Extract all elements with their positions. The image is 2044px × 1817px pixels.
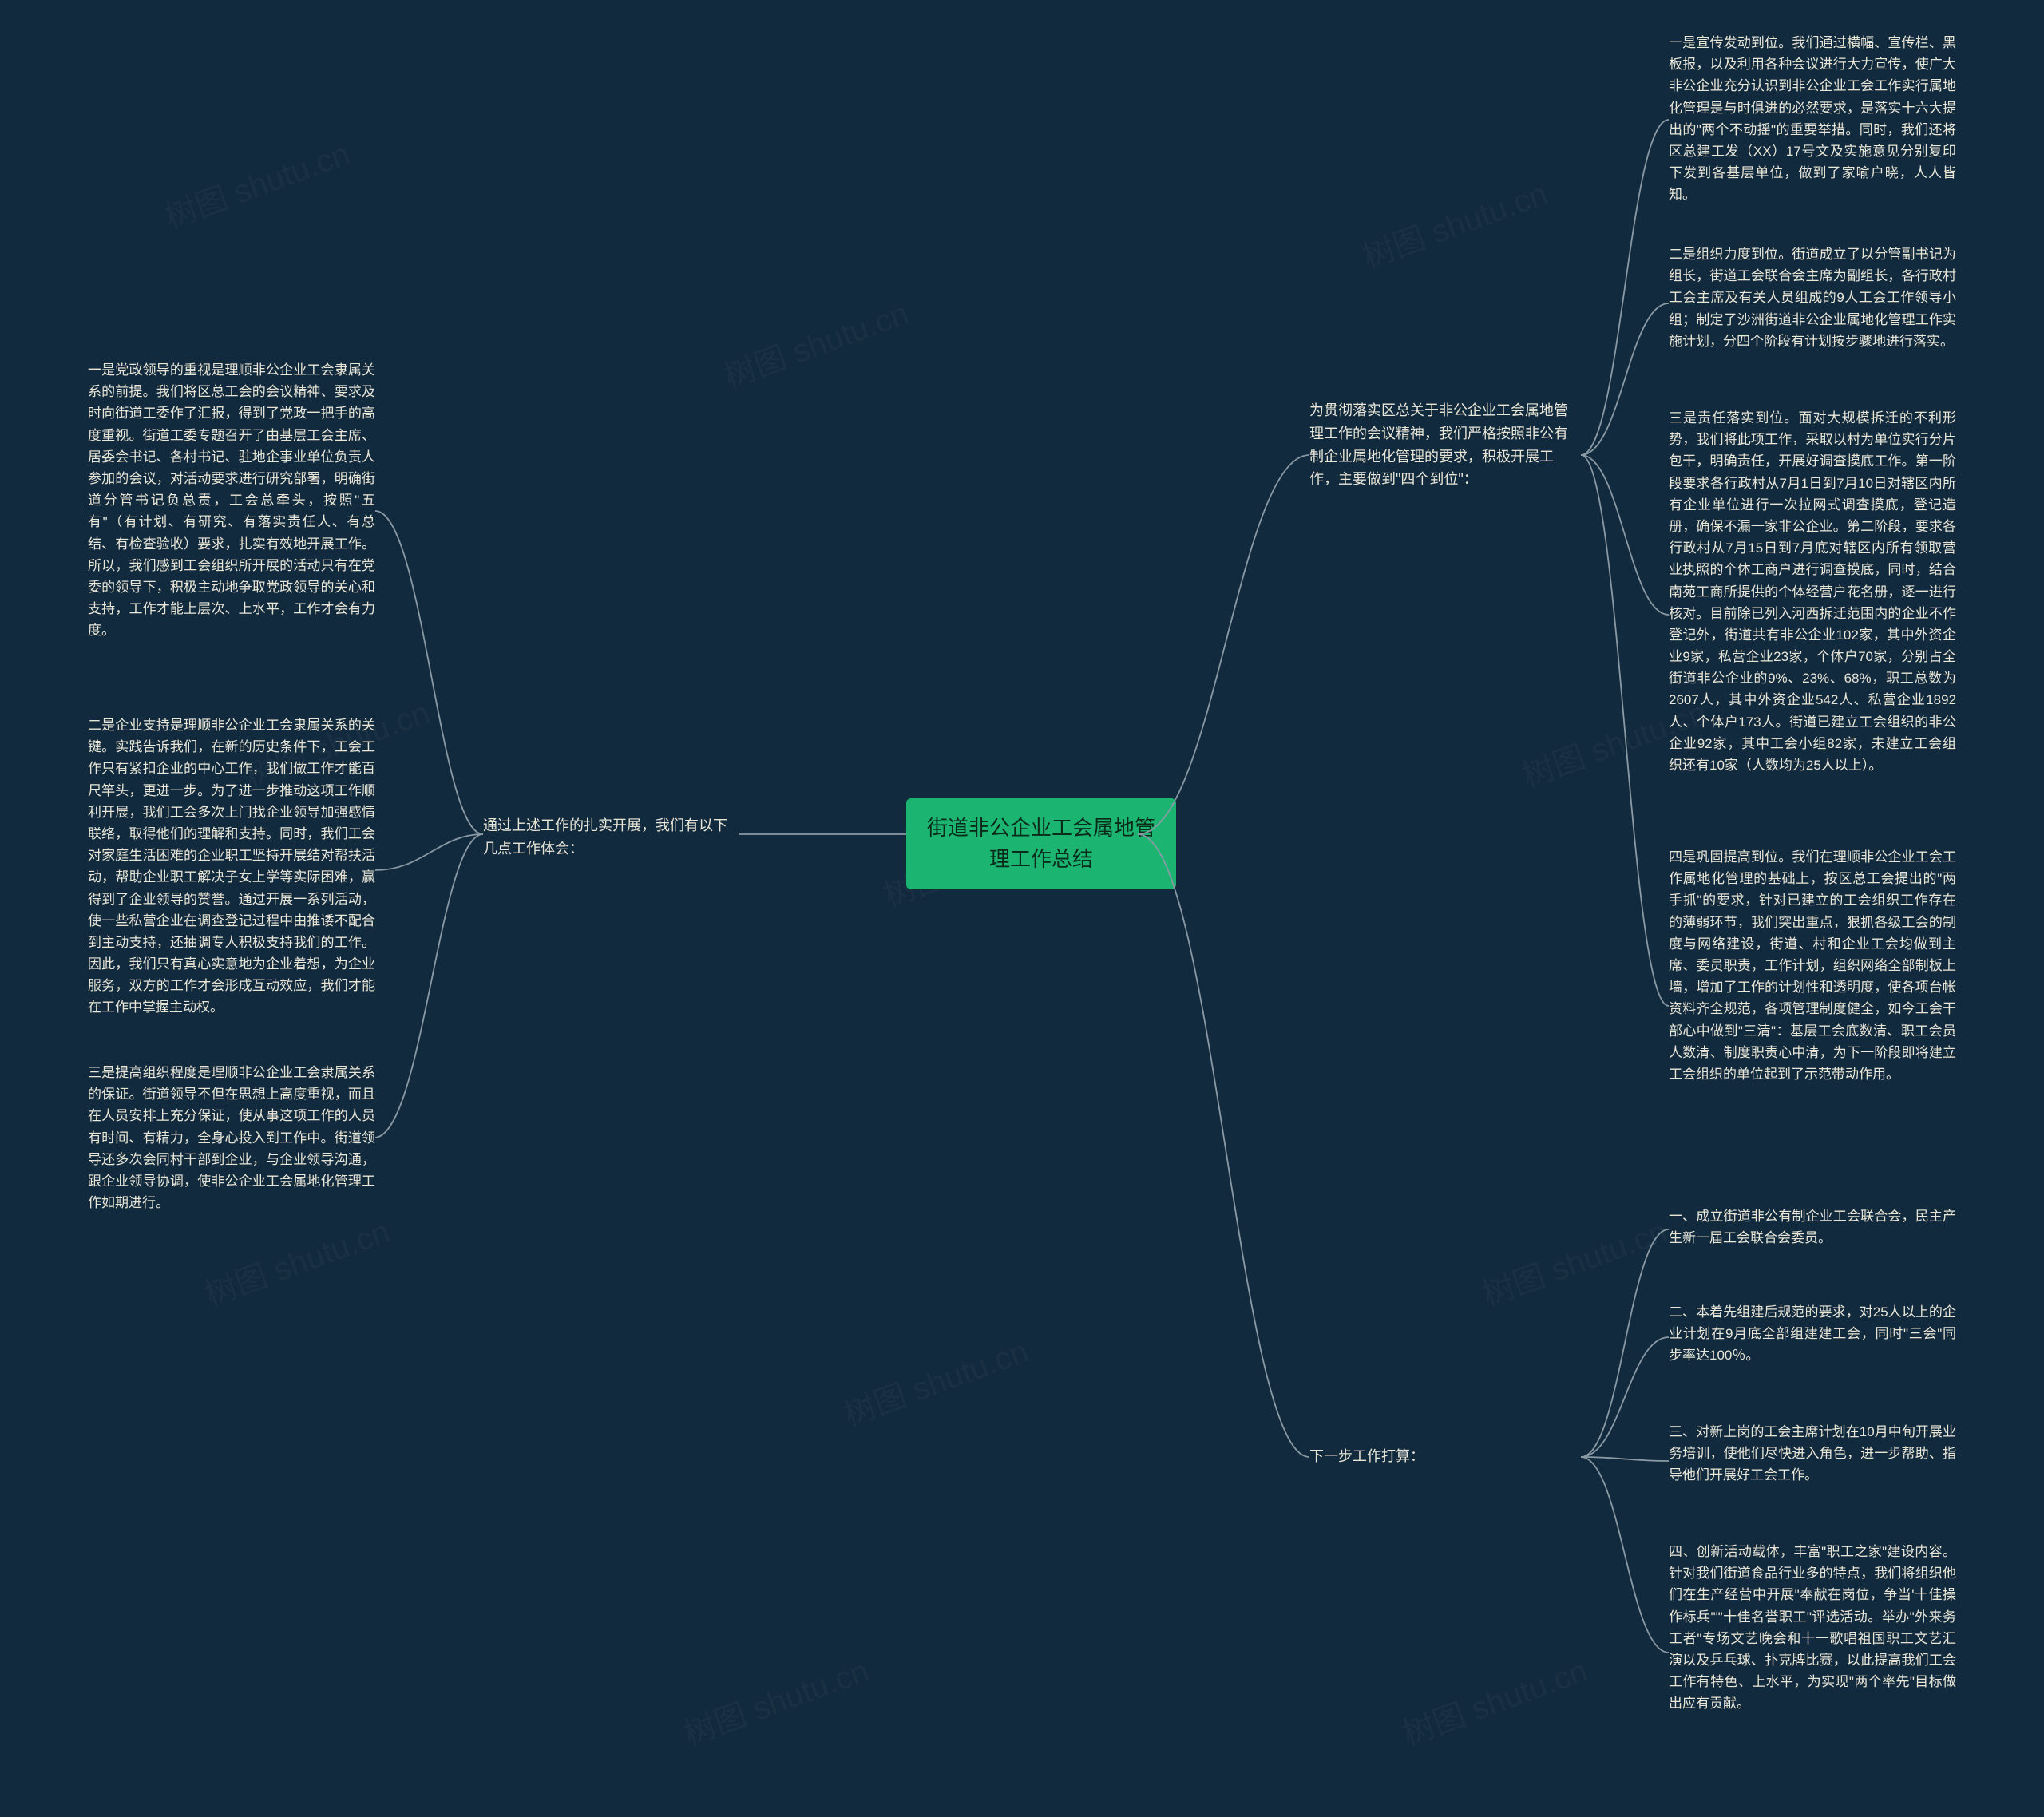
root-title: 街道非公企业工会属地管理工作总结 xyxy=(927,816,1155,871)
right-a-leaf-2-text: 三是责任落实到位。面对大规模拆迁的不利形势，我们将此项工作，采取以村为单位实行分… xyxy=(1669,410,1956,773)
watermark: 树图 shutu.cn xyxy=(1475,1205,1673,1315)
right-a-leaf-0[interactable]: 一是宣传发动到位。我们通过横幅、宣传栏、黑板报，以及利用各种会议进行大力宣传，使… xyxy=(1669,32,1956,206)
right-b-leaf-1[interactable]: 二、本着先组建后规范的要求，对25人以上的企业计划在9月底全部组建建工会，同时"… xyxy=(1669,1301,1956,1367)
right-branch-b-label: 下一步工作打算： xyxy=(1309,1448,1424,1464)
right-a-leaf-2[interactable]: 三是责任落实到位。面对大规模拆迁的不利形势，我们将此项工作，采取以村为单位实行分… xyxy=(1669,407,1956,776)
right-b-leaf-0[interactable]: 一、成立街道非公有制企业工会联合会，民主产生新一届工会联合会委员。 xyxy=(1669,1205,1956,1249)
watermark: 树图 shutu.cn xyxy=(1395,1645,1593,1754)
right-b-leaf-3[interactable]: 四、创新活动载体，丰富"职工之家"建设内容。针对我们街道食品行业多的特点，我们将… xyxy=(1669,1541,1956,1715)
right-b-leaf-2[interactable]: 三、对新上岗的工会主席计划在10月中旬开展业务培训，使他们尽快进入角色，进一步帮… xyxy=(1669,1421,1956,1486)
watermark: 树图 shutu.cn xyxy=(676,1645,874,1754)
right-branch-a-node[interactable]: 为贯彻落实区总关于非公企业工会属地管理工作的会议精神，我们严格按照非公有制企业属… xyxy=(1309,399,1581,491)
right-a-leaf-0-text: 一是宣传发动到位。我们通过横幅、宣传栏、黑板报，以及利用各种会议进行大力宣传，使… xyxy=(1669,35,1956,202)
right-a-leaf-1[interactable]: 二是组织力度到位。街道成立了以分管副书记为组长，街道工会联合会主席为副组长，各行… xyxy=(1669,243,1956,352)
watermark: 树图 shutu.cn xyxy=(1355,168,1553,277)
right-a-leaf-3-text: 四是巩固提高到位。我们在理顺非公企业工会工作属地化管理的基础上，按区总工会提出的… xyxy=(1669,849,1956,1082)
watermark: 树图 shutu.cn xyxy=(157,128,355,237)
left-leaf-1[interactable]: 二是企业支持是理顺非公企业工会隶属关系的关键。实践告诉我们，在新的历史条件下，工… xyxy=(88,715,375,1019)
right-b-leaf-0-text: 一、成立街道非公有制企业工会联合会，民主产生新一届工会联合会委员。 xyxy=(1669,1209,1956,1245)
left-leaf-2-text: 三是提高组织程度是理顺非公企业工会隶属关系的保证。街道领导不但在思想上高度重视，… xyxy=(88,1065,375,1210)
right-a-leaf-1-text: 二是组织力度到位。街道成立了以分管副书记为组长，街道工会联合会主席为副组长，各行… xyxy=(1669,247,1956,349)
right-a-leaf-3[interactable]: 四是巩固提高到位。我们在理顺非公企业工会工作属地化管理的基础上，按区总工会提出的… xyxy=(1669,846,1956,1085)
watermark: 树图 shutu.cn xyxy=(716,287,914,397)
left-leaf-1-text: 二是企业支持是理顺非公企业工会隶属关系的关键。实践告诉我们，在新的历史条件下，工… xyxy=(88,718,375,1015)
right-b-leaf-3-text: 四、创新活动载体，丰富"职工之家"建设内容。针对我们街道食品行业多的特点，我们将… xyxy=(1669,1544,1956,1711)
watermark: 树图 shutu.cn xyxy=(836,1325,1034,1435)
right-branch-a-label: 为贯彻落实区总关于非公企业工会属地管理工作的会议精神，我们严格按照非公有制企业属… xyxy=(1309,402,1568,487)
left-branch-label: 通过上述工作的扎实开展，我们有以下几点工作体会： xyxy=(483,817,727,857)
right-branch-b-node[interactable]: 下一步工作打算： xyxy=(1309,1445,1581,1468)
left-leaf-2[interactable]: 三是提高组织程度是理顺非公企业工会隶属关系的保证。街道领导不但在思想上高度重视，… xyxy=(88,1062,375,1213)
left-leaf-0[interactable]: 一是党政领导的重视是理顺非公企业工会隶属关系的前提。我们将区总工会的会议精神、要… xyxy=(88,359,375,641)
right-b-leaf-1-text: 二、本着先组建后规范的要求，对25人以上的企业计划在9月底全部组建建工会，同时"… xyxy=(1669,1304,1956,1363)
watermark: 树图 shutu.cn xyxy=(197,1205,395,1315)
right-b-leaf-2-text: 三、对新上岗的工会主席计划在10月中旬开展业务培训，使他们尽快进入角色，进一步帮… xyxy=(1669,1424,1956,1482)
left-leaf-0-text: 一是党政领导的重视是理顺非公企业工会隶属关系的前提。我们将区总工会的会议精神、要… xyxy=(88,362,375,638)
left-branch-node[interactable]: 通过上述工作的扎实开展，我们有以下几点工作体会： xyxy=(483,814,739,861)
root-node[interactable]: 街道非公企业工会属地管理工作总结 xyxy=(906,798,1176,889)
